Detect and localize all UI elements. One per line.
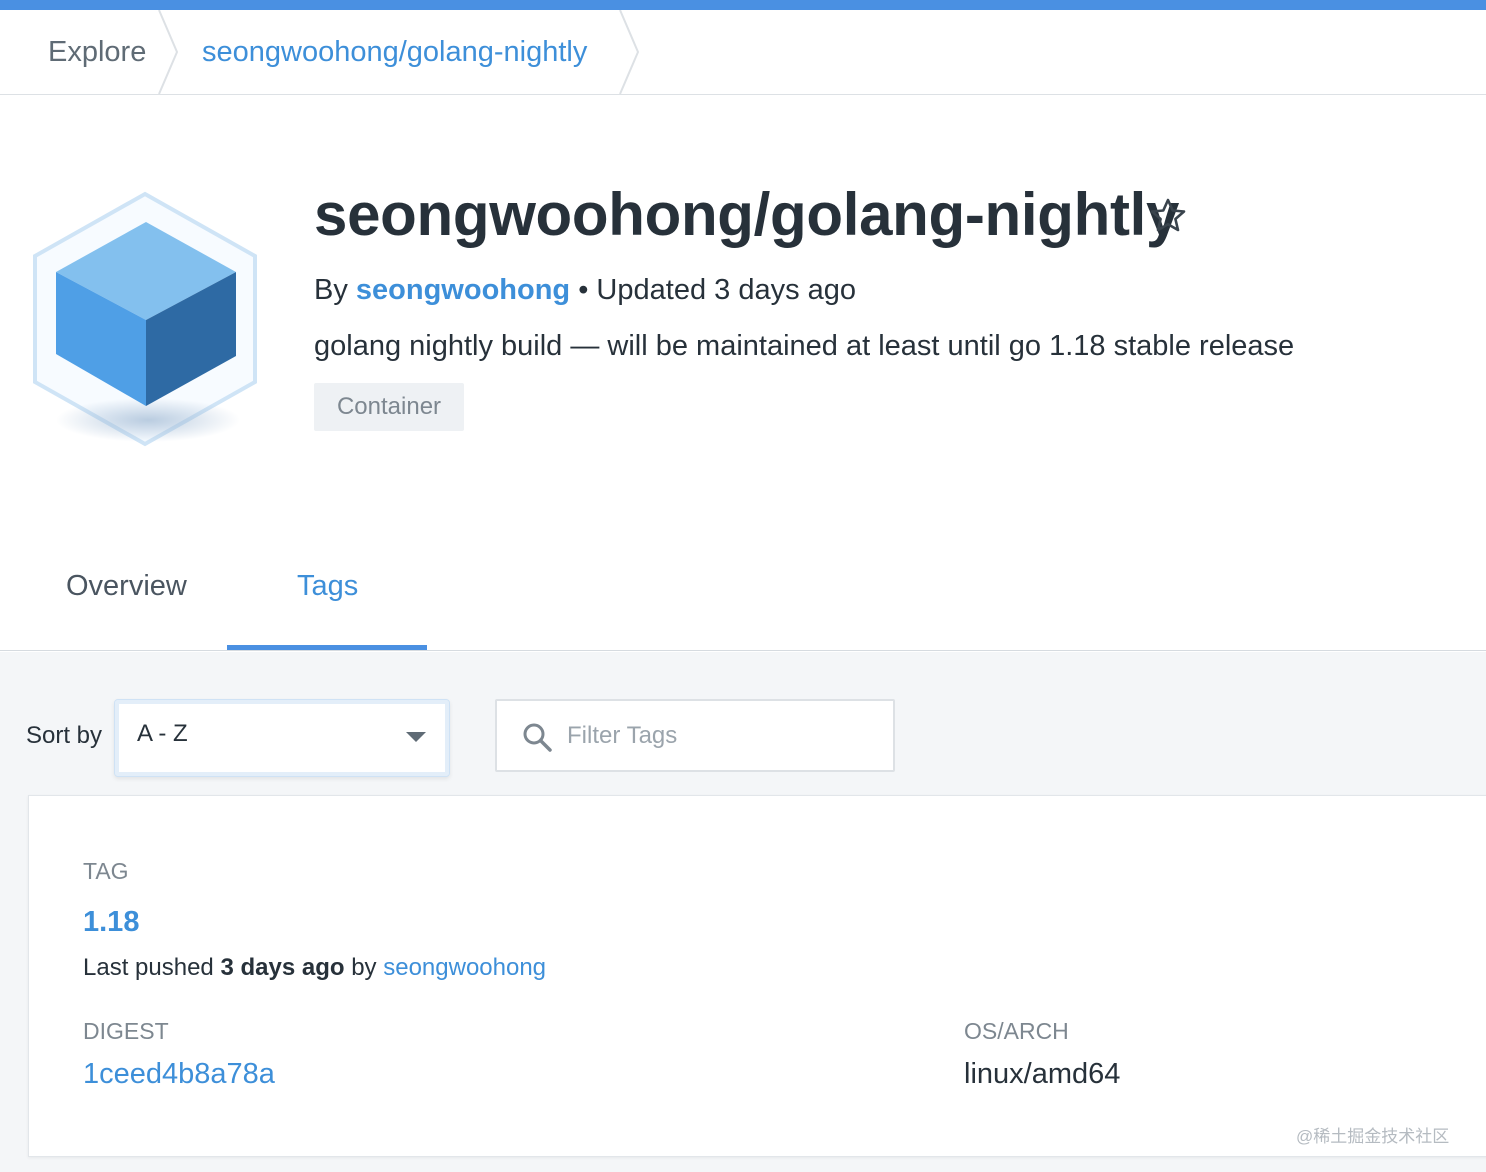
repo-byline: By seongwoohong • Updated 3 days ago	[314, 274, 856, 307]
tab-tags[interactable]: Tags	[297, 570, 358, 603]
top-accent-bar	[0, 0, 1486, 10]
breadcrumb-explore-link[interactable]: Explore	[48, 36, 146, 69]
watermark: @稀土掘金技术社区	[1296, 1127, 1450, 1146]
sort-label: Sort by	[26, 722, 103, 749]
tags-content: Sort by A - Z TAG 1.18 Last pushed 3 day…	[0, 652, 1486, 1172]
tab-overview[interactable]: Overview	[66, 570, 187, 603]
chevron-down-icon	[406, 732, 426, 742]
sort-select[interactable]: A - Z	[114, 699, 450, 777]
pushed-user-link[interactable]: seongwoohong	[383, 954, 546, 981]
breadcrumb-separator-icon	[619, 10, 640, 94]
byline-prefix: By	[314, 274, 348, 306]
breadcrumb-repo-link[interactable]: seongwoohong/golang-nightly	[202, 36, 587, 69]
filter-tags-box	[495, 699, 895, 772]
breadcrumb: Explore seongwoohong/golang-nightly	[0, 10, 1486, 95]
os-arch-value: linux/amd64	[964, 1058, 1121, 1090]
pushed-time: 3 days ago	[220, 954, 345, 981]
star-outline-icon[interactable]	[1148, 196, 1188, 236]
digest-link[interactable]: 1ceed4b8a78a	[83, 1058, 275, 1091]
repo-title: seongwoohong/golang-nightly	[314, 181, 1180, 248]
search-icon	[523, 723, 552, 752]
sort-selected-value: A - Z	[137, 720, 188, 747]
cube-icon	[33, 191, 257, 447]
digest-header: DIGEST	[83, 1018, 169, 1044]
container-badge: Container	[314, 383, 464, 431]
author-link[interactable]: seongwoohong	[356, 274, 570, 306]
tag-link[interactable]: 1.18	[83, 906, 139, 939]
tag-header: TAG	[83, 858, 129, 884]
pushed-by: by	[351, 954, 377, 981]
breadcrumb-separator-icon	[158, 10, 179, 94]
repo-description: golang nightly build — will be maintaine…	[314, 330, 1295, 362]
tab-bar: Overview Tags	[0, 540, 1486, 651]
last-pushed-text: Last pushed 3 days ago by seongwoohong	[83, 954, 546, 982]
active-tab-indicator	[227, 645, 427, 650]
filter-tags-input[interactable]	[567, 715, 877, 757]
tag-card: TAG 1.18 Last pushed 3 days ago by seong…	[28, 795, 1486, 1157]
pushed-prefix: Last pushed	[83, 954, 214, 981]
os-arch-header: OS/ARCH	[964, 1018, 1069, 1044]
updated-text: • Updated 3 days ago	[578, 274, 857, 306]
